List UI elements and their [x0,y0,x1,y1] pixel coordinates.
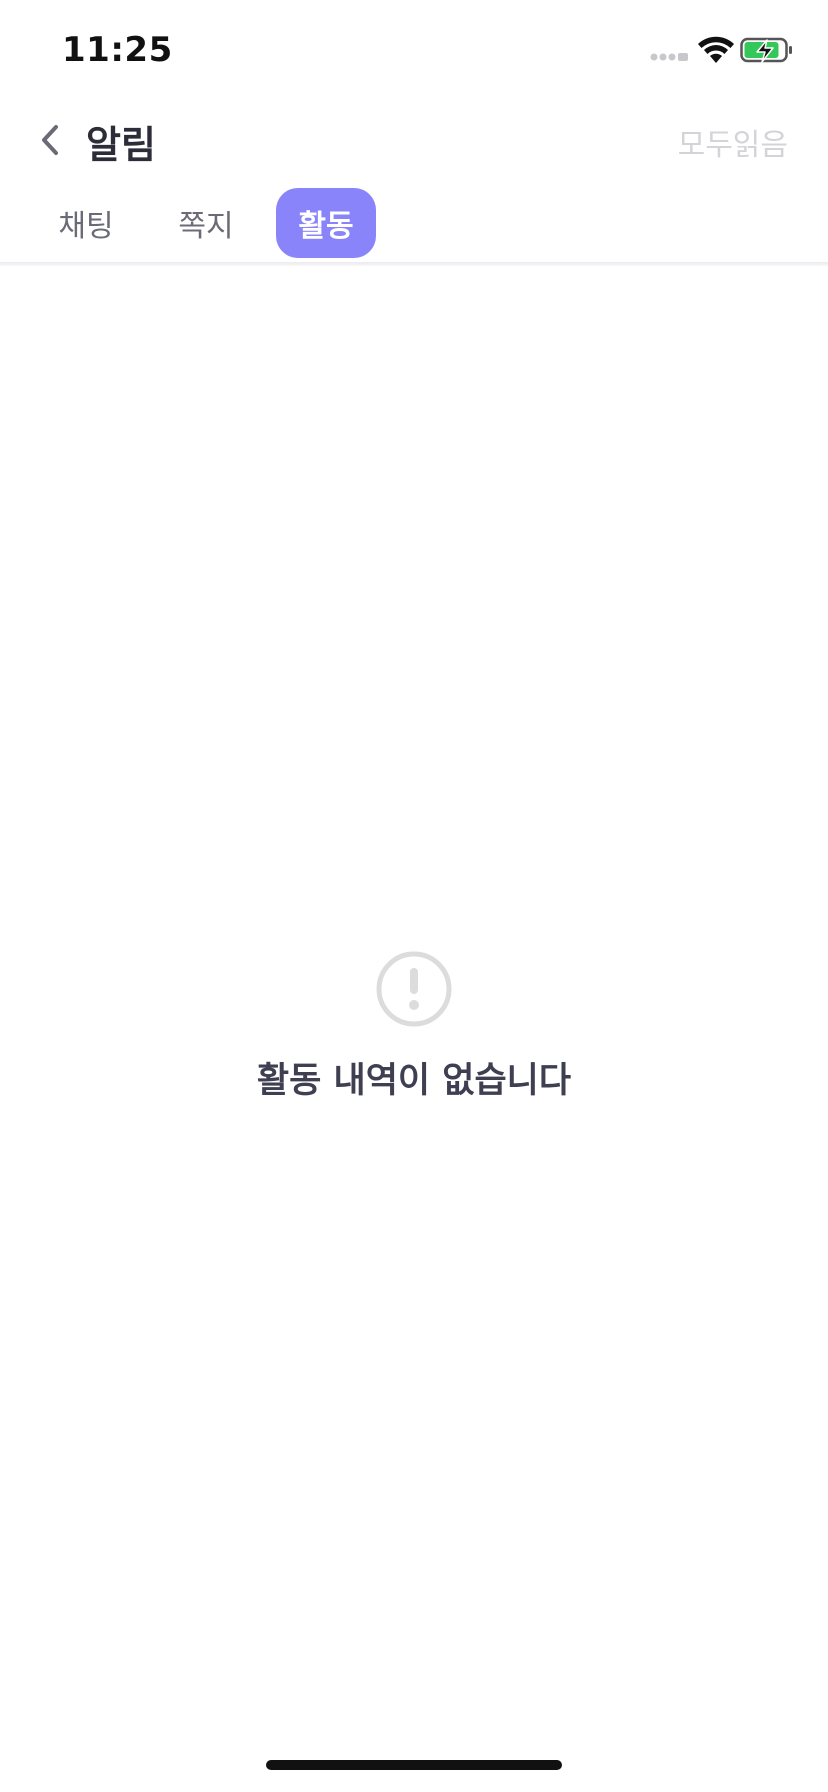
empty-state: 활동 내역이 없습니다 [0,950,828,1103]
signal-icon [650,53,688,61]
empty-state-message: 활동 내역이 없습니다 [256,1061,572,1101]
exclamation-circle-icon [376,951,452,1027]
notifications-screen: 11:25 알림 모두읽음 채팅 쪽지 활동 활동 내역이 없습니다 [0,0,828,1792]
chevron-left-icon [42,125,58,155]
page-title: 알림 [86,123,156,167]
tab-memo[interactable]: 쪽지 [166,188,246,258]
mark-all-read-button[interactable]: 모두읽음 [678,120,788,164]
status-time: 11:25 [62,30,173,70]
status-bar: 11:25 [0,0,828,100]
wifi-icon [698,36,734,63]
back-button[interactable] [30,118,70,162]
tab-chat[interactable]: 채팅 [46,188,126,258]
home-indicator [266,1760,562,1770]
header: 알림 모두읽음 [0,100,828,180]
tab-activity[interactable]: 활동 [276,188,376,258]
header-divider [0,262,828,266]
battery-charging-icon [740,37,792,63]
tab-bar: 채팅 쪽지 활동 [0,188,828,268]
